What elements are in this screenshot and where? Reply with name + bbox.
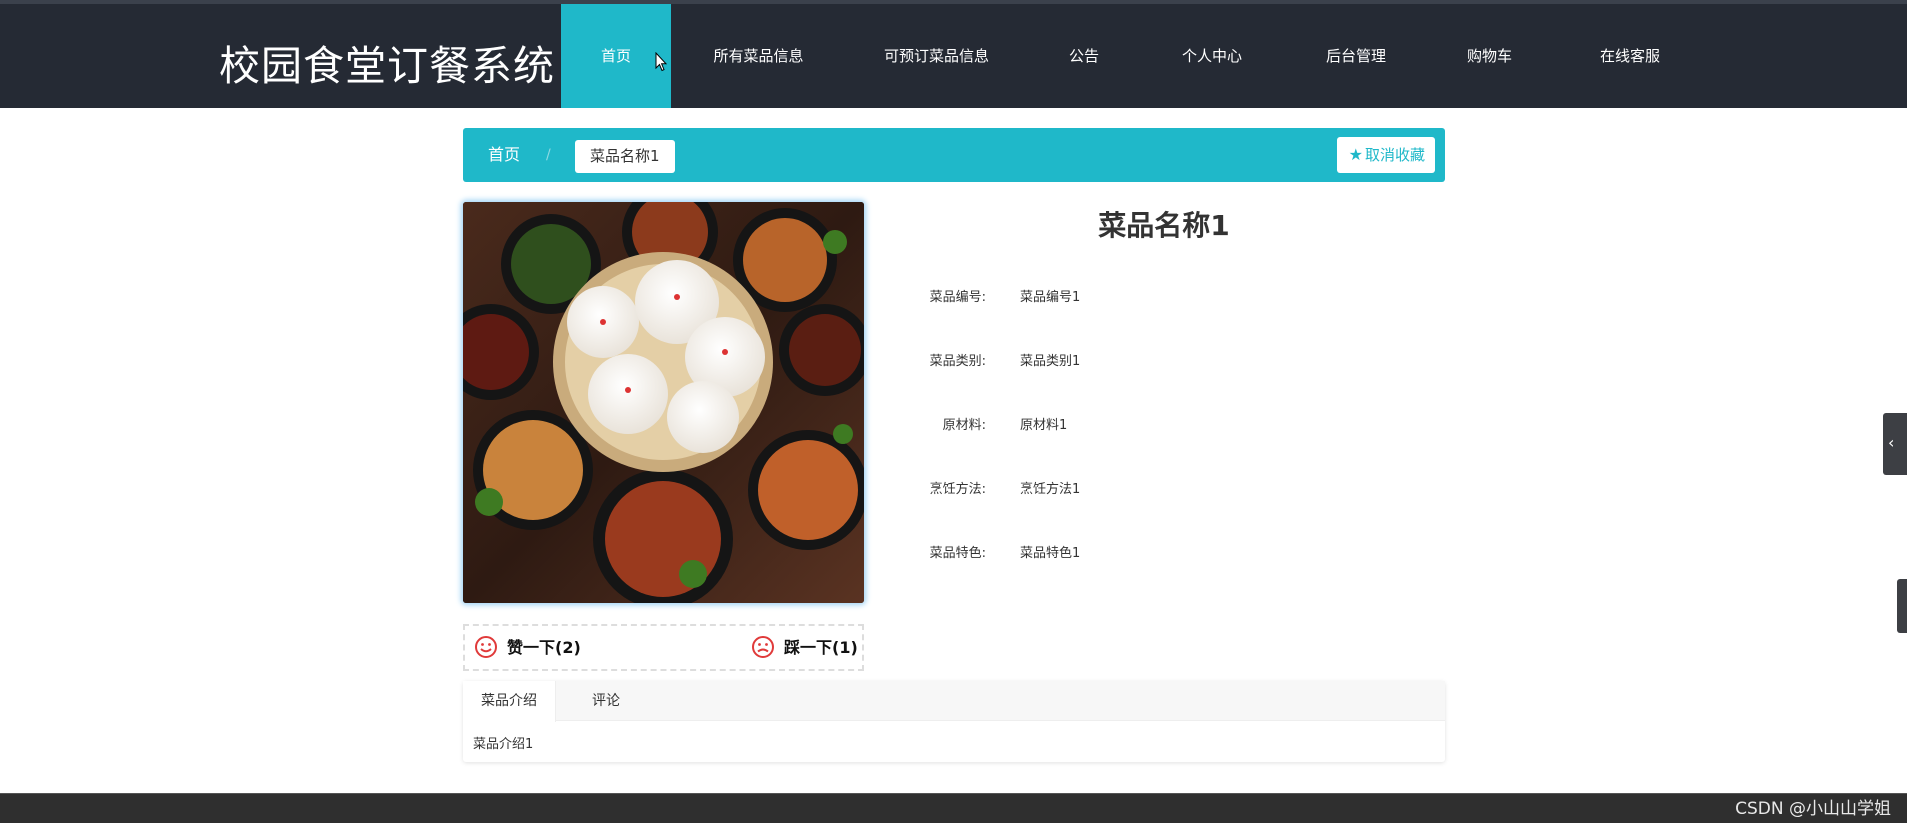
nav-item-profile[interactable]: 个人中心 [1172, 4, 1252, 108]
watermark: CSDN @小山山学姐 [1735, 799, 1891, 819]
nav-item-bookable-dishes[interactable]: 可预订菜品信息 [874, 4, 999, 108]
side-panel-toggle[interactable]: ‹ [1883, 413, 1907, 475]
field-label-dish-no: 菜品编号: [929, 290, 986, 305]
field-label-category: 菜品类别: [929, 354, 986, 369]
top-navbar: 校园食堂订餐系统 首页 所有菜品信息 可预订菜品信息 公告 个人中心 后台管理 … [0, 0, 1907, 108]
nav-item-announcements[interactable]: 公告 [1054, 4, 1114, 108]
field-label-feature: 菜品特色: [929, 546, 986, 561]
field-value-feature: 菜品特色1 [1020, 546, 1081, 561]
site-title: 校园食堂订餐系统 [219, 42, 555, 90]
field-value-cooking-method: 烹饪方法1 [1020, 482, 1081, 497]
unfavorite-button[interactable]: ★ 取消收藏 [1336, 137, 1435, 173]
detail-tabs: 菜品介绍 评论 菜品介绍1 [463, 681, 1445, 762]
footer: CSDN @小山山学姐 [0, 793, 1907, 823]
field-value-category: 菜品类别1 [1020, 354, 1081, 369]
tab-header: 菜品介绍 评论 [463, 681, 1445, 722]
breadcrumb-home-link[interactable]: 首页 [488, 128, 520, 182]
tab-comments[interactable]: 评论 [556, 681, 656, 722]
vote-box: 赞一下(2) 踩一下(1) [463, 624, 864, 671]
field-value-dish-no: 菜品编号1 [1020, 290, 1081, 305]
smile-icon [475, 636, 497, 658]
product-name: 菜品名称1 [1098, 209, 1230, 242]
field-label-ingredients: 原材料: [942, 418, 986, 433]
dislike-button[interactable]: 踩一下(1) [751, 626, 858, 669]
breadcrumb-separator: / [546, 147, 551, 163]
like-label: 赞一下(2) [507, 638, 581, 657]
side-tool-tab[interactable] [1897, 579, 1907, 633]
breadcrumb-current: 菜品名称1 [575, 140, 675, 173]
product-image [463, 202, 864, 603]
unfavorite-label: 取消收藏 [1364, 146, 1425, 164]
tab-content: 菜品介绍1 [473, 737, 534, 752]
dislike-label: 踩一下(1) [784, 638, 858, 657]
tab-introduction[interactable]: 菜品介绍 [463, 681, 556, 722]
nav-item-online-service[interactable]: 在线客服 [1590, 4, 1670, 108]
like-button[interactable]: 赞一下(2) [474, 626, 581, 669]
field-value-ingredients: 原材料1 [1020, 418, 1068, 433]
chevron-left-icon: ‹ [1888, 433, 1895, 452]
mouse-cursor-icon [655, 51, 668, 76]
field-label-cooking-method: 烹饪方法: [929, 482, 986, 497]
frown-icon [752, 636, 774, 658]
breadcrumb: 首页 / 菜品名称1 ★ 取消收藏 [463, 128, 1445, 182]
nav-item-admin[interactable]: 后台管理 [1316, 4, 1396, 108]
nav-item-all-dishes[interactable]: 所有菜品信息 [701, 4, 816, 108]
star-icon: ★ [1348, 145, 1363, 164]
nav-item-cart[interactable]: 购物车 [1457, 4, 1522, 108]
